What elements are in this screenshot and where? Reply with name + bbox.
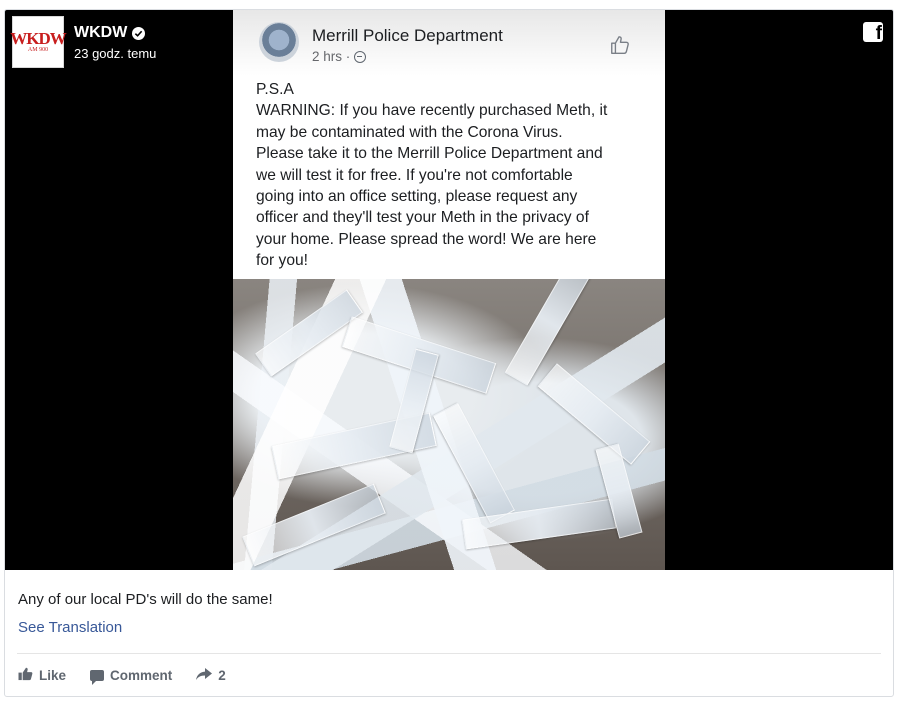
like-label: Like <box>39 668 67 683</box>
crystal <box>433 402 515 524</box>
verified-badge-icon <box>132 26 146 40</box>
crystal <box>242 483 386 567</box>
thumbs-up-outline-icon <box>609 34 631 62</box>
share-button[interactable]: 2 <box>196 668 226 683</box>
post-media[interactable]: WKDW AM 900 WKDW 23 godz. temu f Merrill… <box>5 10 893 570</box>
facebook-logo-icon[interactable]: f <box>863 22 883 42</box>
shared-post-header: Merrill Police Department 2 hrs · <box>233 10 665 76</box>
page-name-text[interactable]: WKDW <box>74 24 127 42</box>
page-avatar[interactable]: WKDW AM 900 <box>10 16 67 68</box>
psa-line: P.S.A <box>256 81 294 98</box>
shared-post-time: 2 hrs · <box>312 49 367 64</box>
logo-text: WKDW <box>10 28 66 48</box>
like-button[interactable]: Like <box>18 667 66 684</box>
crystal <box>537 363 651 465</box>
facebook-post-card: WKDW AM 900 WKDW 23 godz. temu f Merrill… <box>4 9 894 697</box>
page-name[interactable]: WKDW <box>74 24 146 42</box>
psa-line: we will test it for free. If you're not … <box>256 166 573 184</box>
psa-line: Please take it to the Merrill Police Dep… <box>256 145 603 163</box>
see-translation-link[interactable]: See Translation <box>18 619 122 636</box>
share-count: 2 <box>218 668 226 683</box>
psa-line: officer and they'll test your Meth in th… <box>256 209 589 227</box>
crystal <box>504 279 594 386</box>
logo-subtext: AM 900 <box>27 46 49 53</box>
actions-divider <box>17 653 881 654</box>
psa-line: going into an office setting, please req… <box>256 188 578 206</box>
post-timestamp[interactable]: 23 godz. temu <box>74 46 156 61</box>
shared-post-time-text: 2 hrs · <box>312 49 351 64</box>
comment-label: Comment <box>110 668 173 683</box>
post-caption: Any of our local PD's will do the same! <box>18 591 273 608</box>
psa-line: for you! <box>256 252 309 270</box>
comment-button[interactable]: Comment <box>90 668 173 685</box>
police-badge-avatar <box>259 22 299 62</box>
psa-text: P.S.A WARNING: If you have recently purc… <box>256 79 648 272</box>
post-actions: Like Comment 2 <box>18 667 226 685</box>
shared-page-name: Merrill Police Department <box>312 26 503 45</box>
share-icon <box>196 668 213 683</box>
shared-screenshot: Merrill Police Department 2 hrs · P.S.A … <box>233 10 665 570</box>
crystal-photo <box>233 279 665 570</box>
psa-line: your home. Please spread the word! We ar… <box>256 230 597 248</box>
comment-icon <box>90 670 105 685</box>
psa-line: may be contaminated with the Corona Viru… <box>256 123 563 141</box>
like-icon <box>18 667 33 684</box>
globe-icon <box>354 50 367 63</box>
psa-line: WARNING: If you have recently purchased … <box>256 102 608 120</box>
